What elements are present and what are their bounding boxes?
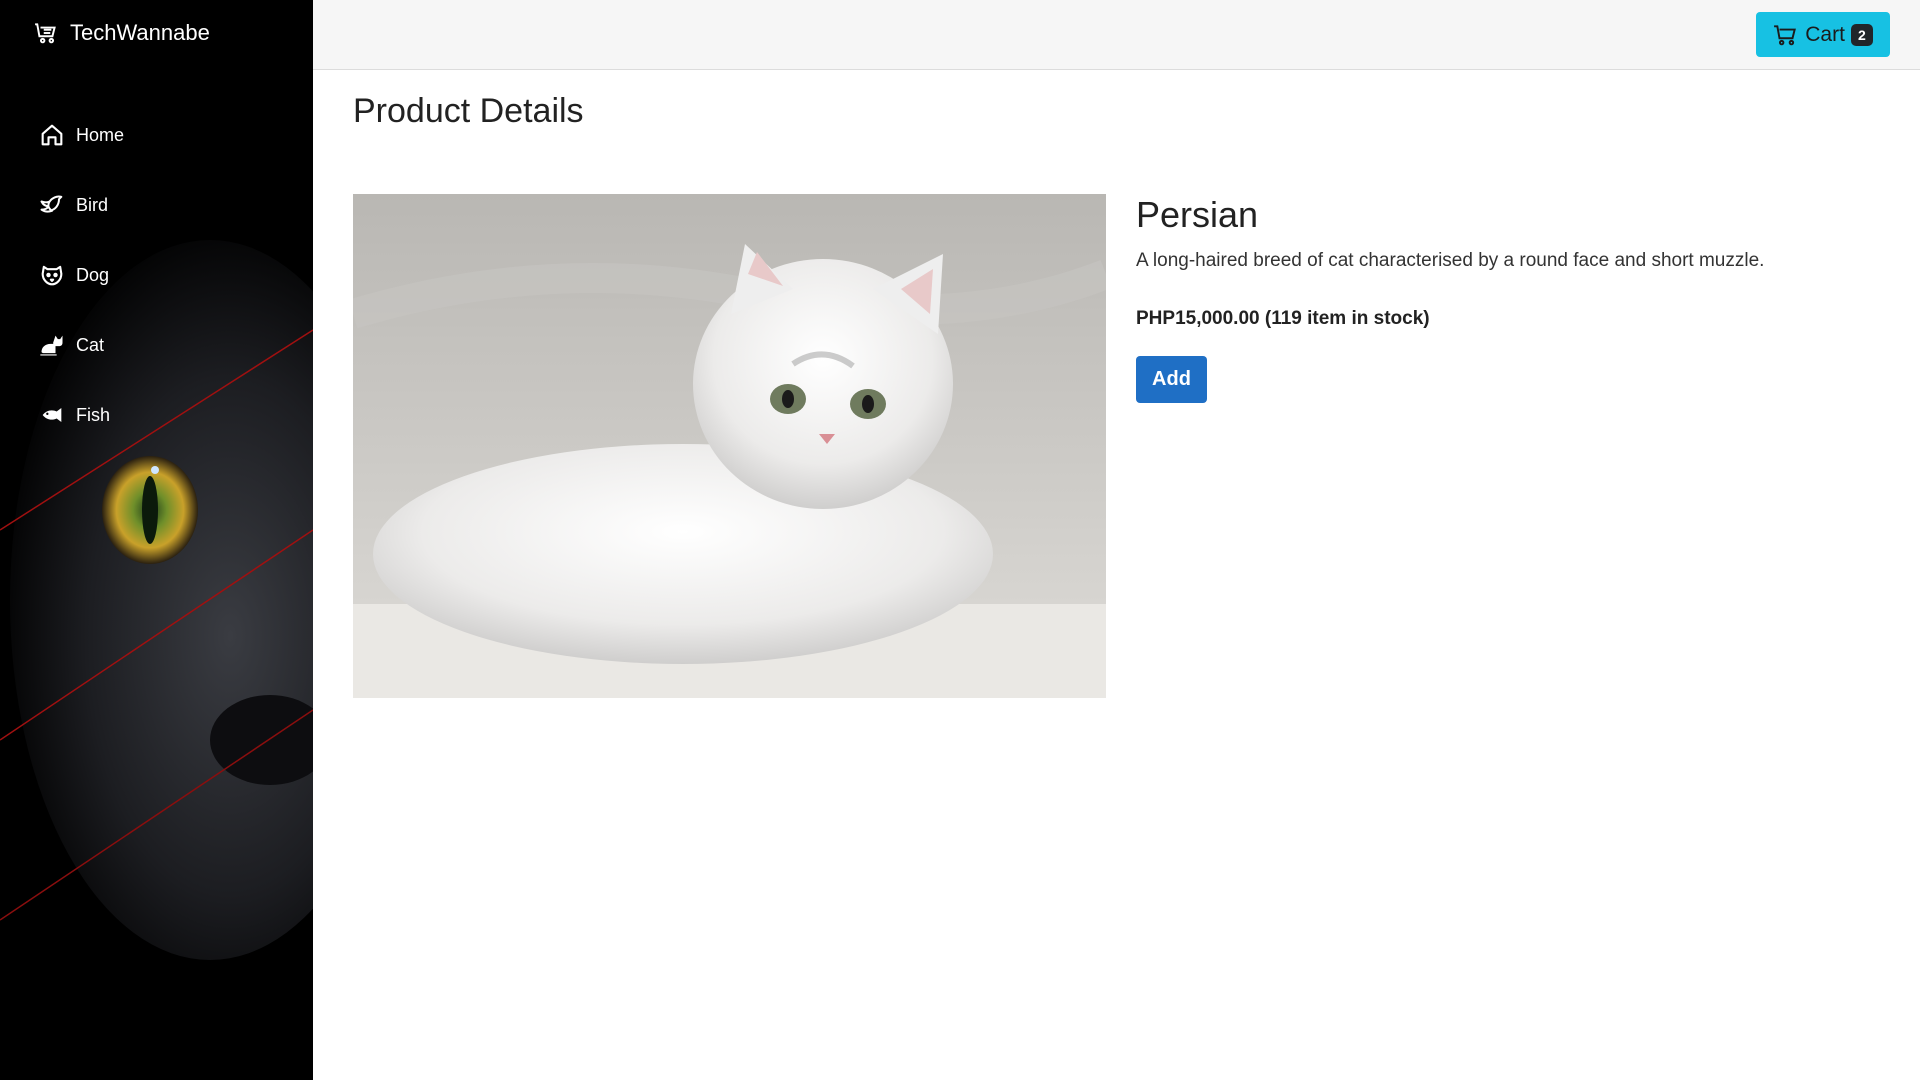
sidebar-item-label: Dog (76, 264, 110, 285)
product-info: Persian A long-haired breed of cat chara… (1136, 194, 1876, 403)
white-persian-cat-photo (353, 194, 1106, 698)
product-image (353, 194, 1106, 698)
sidebar-item-home[interactable]: Home (38, 100, 124, 170)
shopping-cart-icon (1774, 24, 1797, 45)
sidebar-item-bird[interactable]: Bird (38, 170, 124, 240)
cat-icon (40, 335, 63, 356)
product-name: Persian (1136, 194, 1259, 235)
sidebar-item-fish[interactable]: Fish (38, 380, 124, 450)
cart-list-icon (35, 23, 56, 44)
product-price-stock: PHP15,000.00 (119 item in stock) (1136, 308, 1430, 329)
sidebar-item-label: Bird (76, 194, 109, 215)
cart-button[interactable]: Cart 2 (1756, 12, 1890, 57)
cart-label: Cart (1805, 22, 1845, 46)
sidebar-nav: Home Bird Dog Cat Fish (38, 100, 124, 450)
sidebar-item-label: Fish (76, 404, 111, 425)
brand[interactable]: TechWannabe (34, 20, 210, 46)
sidebar: TechWannabe Home Bird Dog Cat Fish (0, 0, 313, 1080)
cart-count-badge: 2 (1850, 23, 1873, 46)
sidebar-item-dog[interactable]: Dog (38, 240, 124, 310)
dog-icon (41, 265, 63, 286)
sidebar-item-label: Cat (76, 334, 105, 355)
add-to-cart-button[interactable]: Add (1136, 356, 1207, 403)
brand-name: TechWannabe (70, 20, 210, 45)
fish-icon (42, 408, 62, 422)
home-icon (41, 124, 63, 146)
sidebar-item-label: Home (76, 124, 125, 145)
sidebar-item-cat[interactable]: Cat (38, 310, 124, 380)
product-description: A long-haired breed of cat characterised… (1136, 250, 1765, 271)
bird-icon (40, 195, 63, 213)
top-navbar: Cart 2 (313, 0, 1920, 70)
page-title: Product Details (353, 92, 584, 130)
